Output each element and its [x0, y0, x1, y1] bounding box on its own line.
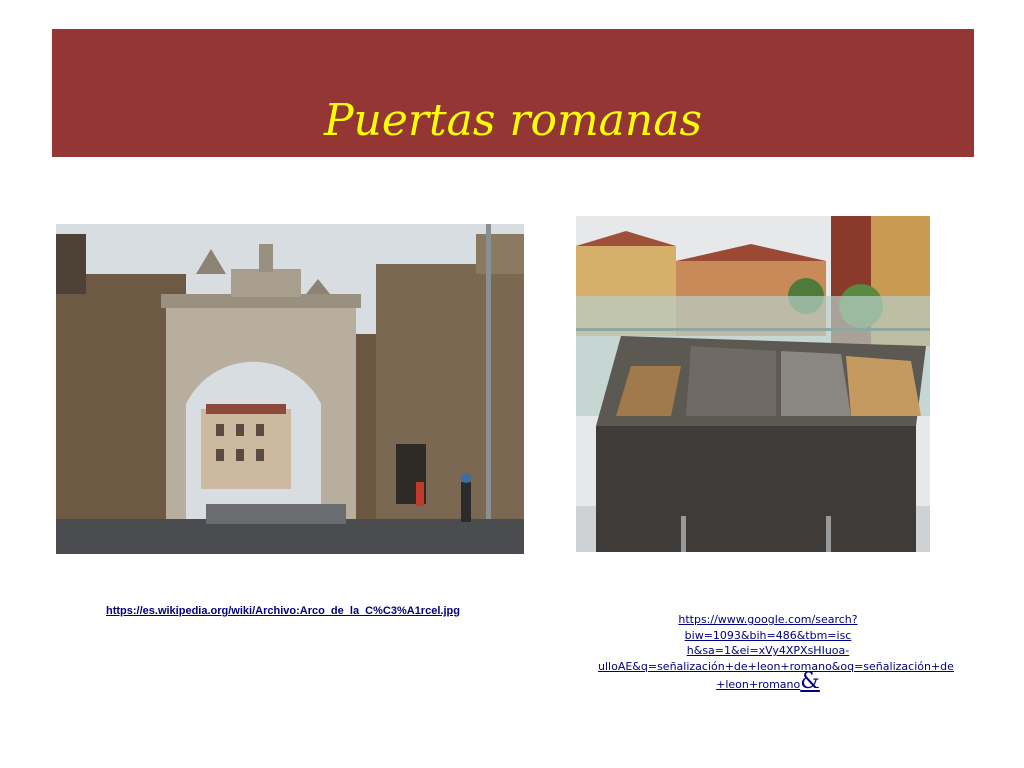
- wikipedia-source-link[interactable]: https://es.wikipedia.org/wiki/Archivo:Ar…: [106, 605, 460, 617]
- title-band: Puertas romanas: [52, 29, 974, 157]
- slide: Puertas romanas https://es.wikipedia.org…: [0, 0, 1024, 768]
- slide-title: Puertas romanas: [323, 95, 703, 146]
- plaque-illustration: [576, 216, 930, 552]
- plaque-photo: [576, 216, 930, 552]
- arch-gate-photo: [56, 224, 524, 554]
- google-link-line-2[interactable]: h&sa=1&ei=xVy4XPXsHIuoa-: [687, 644, 849, 657]
- arch-gate-illustration: [56, 224, 524, 554]
- google-link-trailing-ampersand[interactable]: &: [800, 669, 820, 694]
- google-source-link[interactable]: https://www.google.com/search?biw=1093&b…: [598, 612, 954, 694]
- google-link-line-3[interactable]: ulloAE&q=señalización+de+leon+romano&oq=…: [598, 660, 954, 673]
- google-link-line-1[interactable]: https://www.google.com/search?biw=1093&b…: [678, 613, 857, 642]
- google-link-line-4[interactable]: +leon+romano: [716, 678, 800, 691]
